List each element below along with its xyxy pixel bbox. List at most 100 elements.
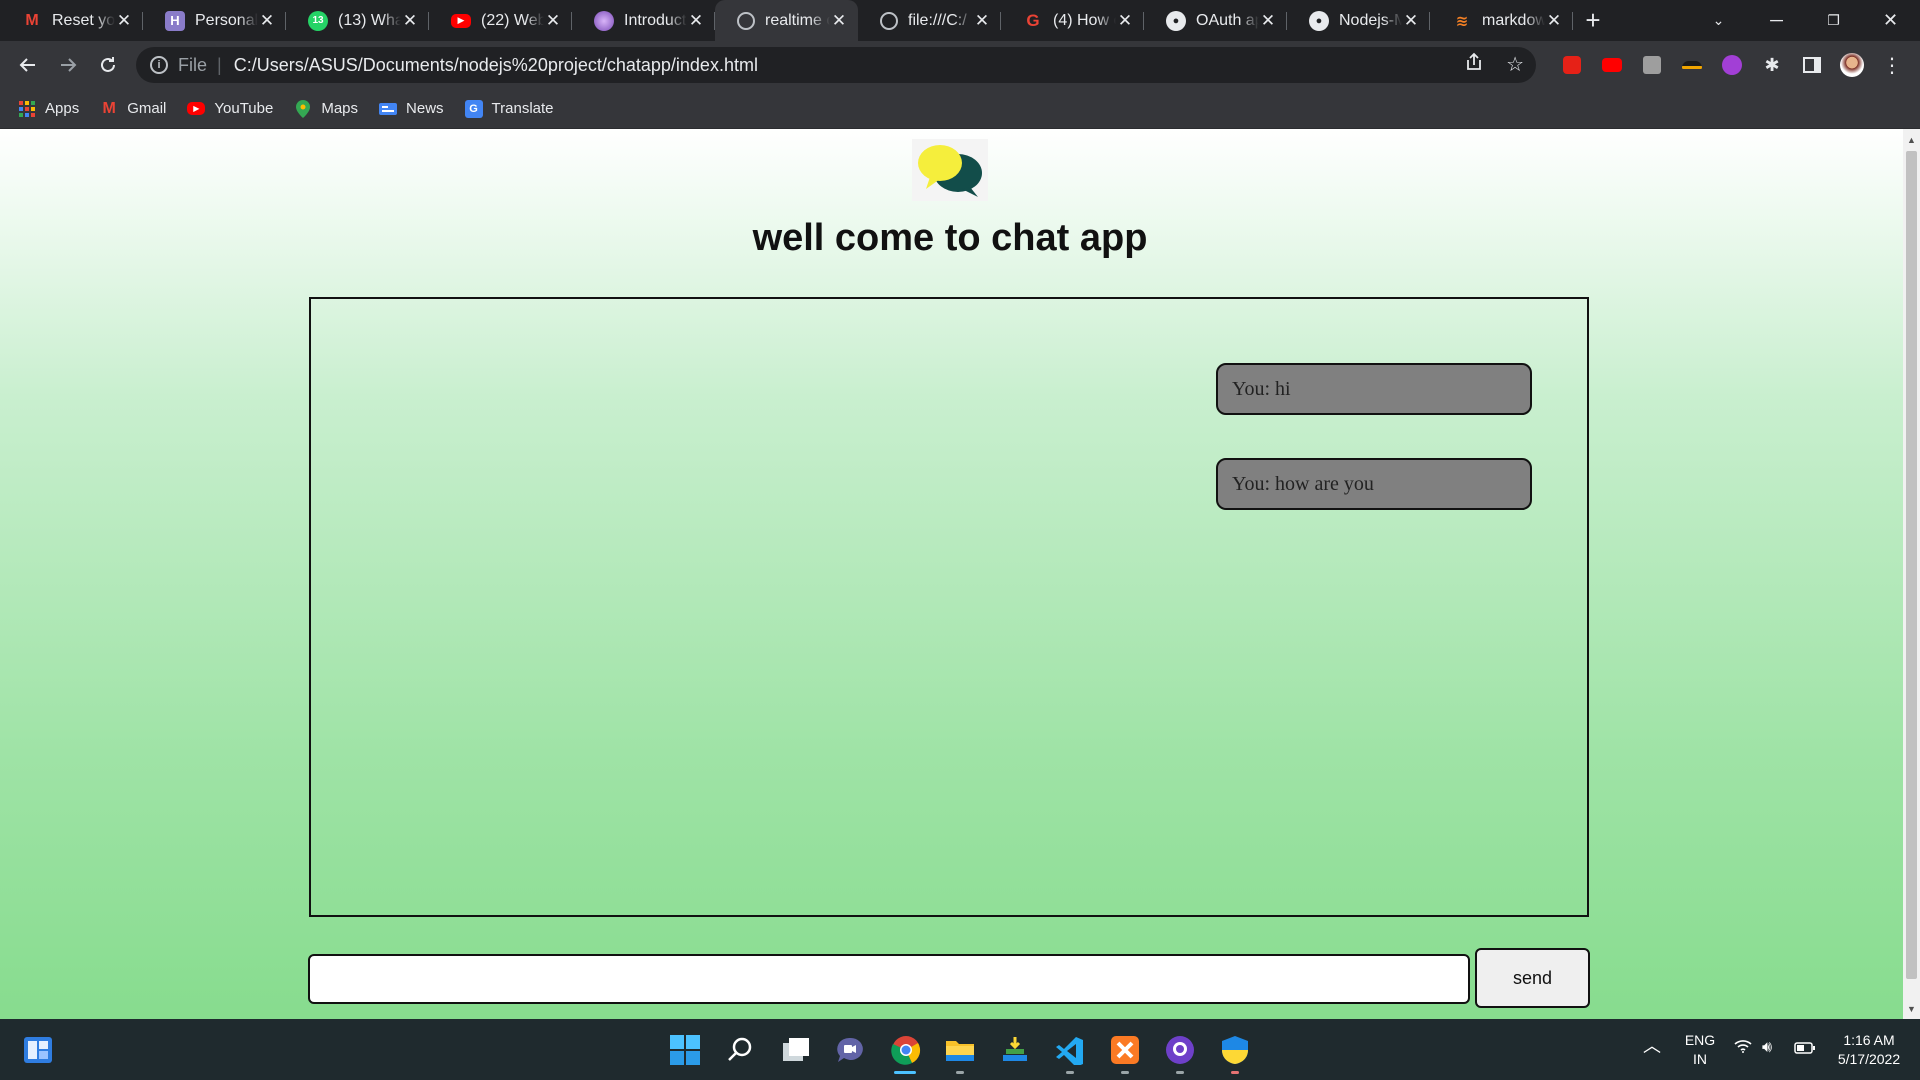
- profile-avatar[interactable]: [1840, 53, 1864, 77]
- tab-youtube[interactable]: ▶ (22) Web ✕: [429, 0, 572, 41]
- show-hidden-icons-chevron-icon[interactable]: ︿: [1643, 1037, 1661, 1056]
- extension-purple-icon[interactable]: [1720, 53, 1744, 77]
- minimize-button[interactable]: ─: [1748, 0, 1805, 41]
- github-icon: ●: [1166, 10, 1186, 31]
- extension-red-icon[interactable]: [1560, 53, 1584, 77]
- tab-title: Personal a: [195, 11, 258, 29]
- installer-app-icon[interactable]: [997, 1032, 1033, 1068]
- send-button[interactable]: send: [1475, 948, 1590, 1008]
- chat-message: You: hi: [1216, 363, 1532, 415]
- running-indicator: [1066, 1071, 1074, 1074]
- battery-icon[interactable]: [1794, 1040, 1816, 1059]
- tab-whatsapp[interactable]: 13 (13) What ✕: [286, 0, 429, 41]
- forward-button[interactable]: [48, 45, 88, 85]
- chrome-icon[interactable]: [888, 1032, 924, 1068]
- region-label: IN: [1693, 1051, 1707, 1067]
- language-indicator[interactable]: ENG IN: [1682, 1031, 1718, 1069]
- tab-how[interactable]: G (4) How c ✕: [1001, 0, 1144, 41]
- vscode-icon[interactable]: [1052, 1032, 1088, 1068]
- back-button[interactable]: [8, 45, 48, 85]
- xampp-icon[interactable]: [1107, 1032, 1143, 1068]
- search-icon[interactable]: [722, 1032, 758, 1068]
- close-icon[interactable]: ✕: [258, 11, 276, 31]
- arrow-right-icon: [61, 58, 77, 72]
- scroll-up-arrow-icon[interactable]: ▲: [1903, 131, 1920, 148]
- task-view-icon[interactable]: [778, 1032, 814, 1068]
- bookmarks-bar: Apps M Gmail ▶ YouTube Maps News G Trans…: [0, 89, 1920, 129]
- info-icon[interactable]: i: [150, 56, 168, 74]
- tab-oauth[interactable]: ● OAuth ap ✕: [1144, 0, 1287, 41]
- tab-introduction[interactable]: Introduct ✕: [572, 0, 715, 41]
- wifi-icon[interactable]: [1734, 1039, 1752, 1058]
- url-separator: |: [217, 54, 222, 75]
- reload-icon: [101, 57, 115, 72]
- bookmark-gmail[interactable]: M Gmail: [100, 100, 167, 118]
- menu-kebab-icon[interactable]: ⋮: [1880, 53, 1904, 77]
- tab-title: Reset your: [52, 11, 115, 29]
- widgets-icon[interactable]: [20, 1032, 56, 1068]
- gmail-icon: M: [25, 11, 39, 29]
- bookmark-translate[interactable]: G Translate: [464, 99, 554, 118]
- tab-markdown[interactable]: ≋ markdow ✕: [1430, 0, 1573, 41]
- chat-message: You: how are you: [1216, 458, 1532, 510]
- chrome-active-indicator: [894, 1071, 916, 1074]
- bookmark-youtube[interactable]: ▶ YouTube: [187, 100, 273, 117]
- teams-chat-icon[interactable]: [832, 1032, 868, 1068]
- restore-button[interactable]: ❐: [1805, 0, 1862, 41]
- security-shield-icon[interactable]: [1217, 1032, 1253, 1068]
- new-tab-button[interactable]: +: [1573, 0, 1613, 41]
- tab-title: Nodejs-M: [1339, 11, 1402, 29]
- hashnode-icon: H: [165, 10, 185, 31]
- close-icon[interactable]: ✕: [1116, 11, 1134, 31]
- close-icon[interactable]: ✕: [1545, 11, 1563, 31]
- close-icon[interactable]: ✕: [115, 11, 133, 31]
- tab-reset-password[interactable]: M Reset your ✕: [0, 0, 143, 41]
- bookmark-label: News: [406, 100, 444, 117]
- message-input[interactable]: [308, 954, 1470, 1004]
- tab-search-chevron-icon[interactable]: ⌄: [1690, 0, 1747, 41]
- close-icon[interactable]: ✕: [1259, 11, 1277, 31]
- extension-gray-icon[interactable]: [1640, 53, 1664, 77]
- time-label: 1:16 AM: [1843, 1032, 1895, 1048]
- close-icon[interactable]: ✕: [401, 11, 419, 31]
- close-window-button[interactable]: ✕: [1862, 0, 1919, 41]
- tab-title: OAuth ap: [1196, 11, 1259, 29]
- share-icon[interactable]: [1464, 52, 1484, 78]
- youtube-extension-icon[interactable]: [1600, 53, 1624, 77]
- tab-title: file:///C:/: [908, 11, 967, 29]
- close-icon[interactable]: ✕: [830, 11, 848, 31]
- tab-file[interactable]: file:///C:/ ✕: [858, 0, 1001, 41]
- running-indicator: [956, 1071, 964, 1074]
- news-icon: [379, 100, 398, 118]
- chat-messages-area[interactable]: You: hi You: how are you: [309, 297, 1589, 917]
- page-scrollbar[interactable]: ▲ ▼: [1903, 129, 1920, 1019]
- extension-dark-icon[interactable]: [1680, 53, 1704, 77]
- language-label: ENG: [1684, 1032, 1716, 1048]
- bookmark-star-icon[interactable]: ☆: [1506, 52, 1524, 78]
- bookmark-maps[interactable]: Maps: [294, 99, 358, 118]
- tab-nodejs[interactable]: ● Nodejs-M ✕: [1287, 0, 1430, 41]
- tab-personal[interactable]: H Personal a ✕: [143, 0, 286, 41]
- clock[interactable]: 1:16 AM 5/17/2022: [1832, 1031, 1906, 1069]
- close-icon[interactable]: ✕: [544, 11, 562, 31]
- github-icon: ●: [1309, 10, 1329, 31]
- scrollbar-thumb[interactable]: [1906, 151, 1917, 979]
- file-explorer-icon[interactable]: [942, 1032, 978, 1068]
- side-panel-icon[interactable]: [1800, 53, 1824, 77]
- address-bar[interactable]: i File | C:/Users/ASUS/Documents/nodejs%…: [136, 47, 1536, 83]
- running-indicator: [1176, 1071, 1184, 1074]
- github-desktop-icon[interactable]: [1162, 1032, 1198, 1068]
- running-indicator: [1121, 1071, 1129, 1074]
- bookmark-news[interactable]: News: [379, 100, 444, 118]
- reload-button[interactable]: [88, 45, 128, 85]
- url-text: C:/Users/ASUS/Documents/nodejs%20project…: [233, 54, 758, 75]
- puzzle-extensions-icon[interactable]: ✱: [1760, 53, 1784, 77]
- close-icon[interactable]: ✕: [973, 11, 991, 31]
- windows-start-icon[interactable]: [667, 1032, 703, 1068]
- bookmark-apps[interactable]: Apps: [18, 100, 79, 118]
- volume-icon[interactable]: 🔊︎: [1762, 1038, 1772, 1057]
- tab-realtime-chat[interactable]: realtime c ✕: [715, 0, 858, 41]
- close-icon[interactable]: ✕: [687, 11, 705, 31]
- scroll-down-arrow-icon[interactable]: ▼: [1903, 1000, 1920, 1017]
- close-icon[interactable]: ✕: [1402, 11, 1420, 31]
